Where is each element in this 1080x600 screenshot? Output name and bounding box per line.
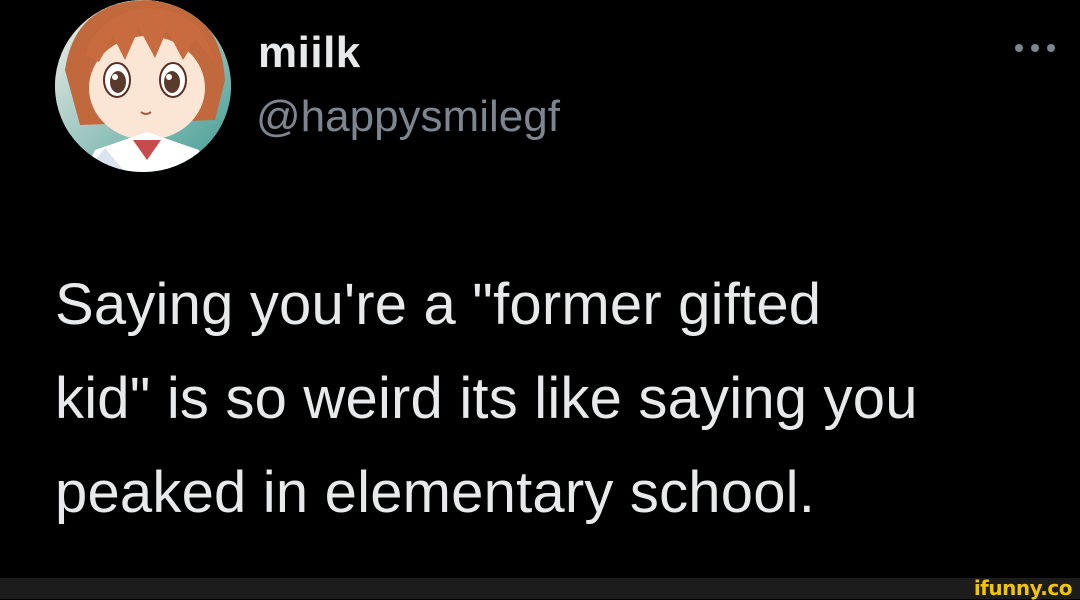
user-handle[interactable]: @happysmilegf [256, 92, 560, 142]
tweet-card: miilk @happysmilegf Saying you're a "for… [0, 0, 1080, 578]
ifunny-watermark: ifunny.co [973, 576, 1073, 600]
more-options-button[interactable] [1005, 30, 1065, 66]
more-options-icon [1015, 44, 1055, 52]
tweet-text: Saying you're a "former gifted kid" is s… [55, 272, 918, 525]
avatar[interactable] [55, 0, 231, 172]
watermark-bar: ifunny.co [0, 578, 1080, 599]
display-name[interactable]: miilk [258, 28, 361, 78]
anime-girl-avatar-icon [55, 0, 231, 172]
